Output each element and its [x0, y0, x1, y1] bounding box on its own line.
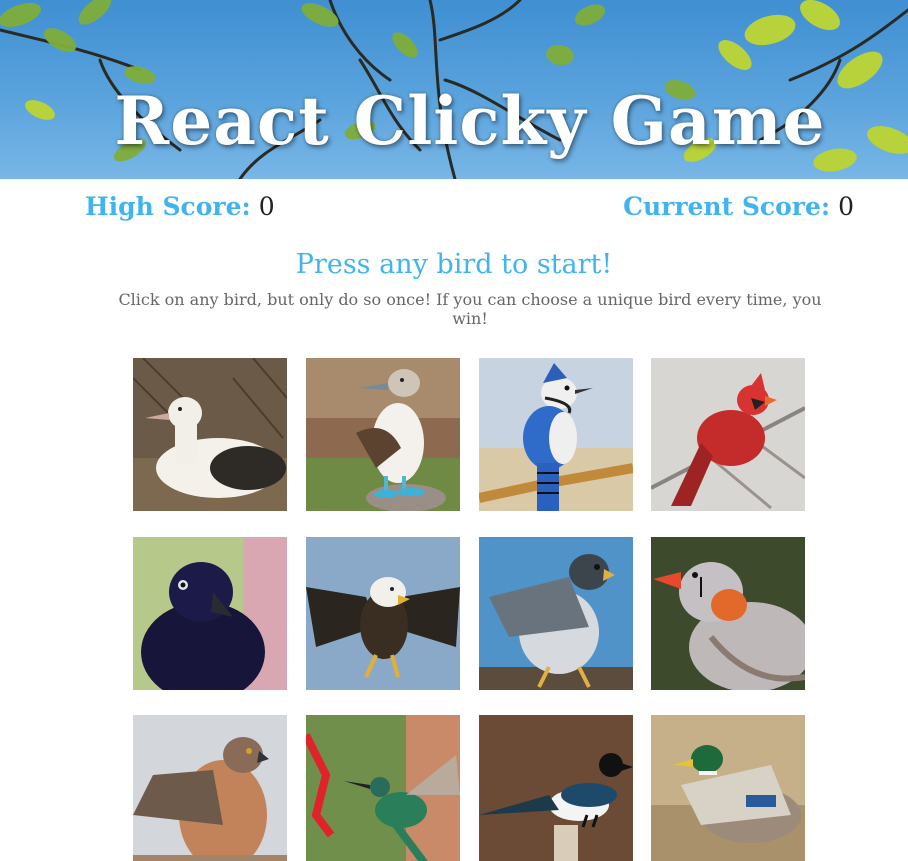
bird-card-hawk[interactable] [133, 715, 287, 861]
instructions-text: Click on any bird, but only do so once! … [118, 290, 822, 328]
bird-card-mallard[interactable] [651, 715, 805, 861]
current-score-value: 0 [838, 192, 854, 221]
high-score: High Score: 0 [85, 192, 275, 221]
current-score-label: Current Score: [623, 192, 831, 221]
current-score: Current Score: 0 [623, 192, 854, 221]
bird-card-blue-footed-booby[interactable] [306, 358, 460, 511]
hummingbird-image [306, 715, 460, 861]
bird-card-zebra-finch[interactable] [651, 537, 805, 690]
bird-card-crow[interactable] [133, 537, 287, 690]
bird-card-hummingbird[interactable] [306, 715, 460, 861]
finch-image [651, 537, 805, 690]
page-title: React Clicky Game [114, 82, 826, 160]
bird-card-blue-jay[interactable] [479, 358, 633, 511]
bird-card-bald-eagle[interactable] [306, 537, 460, 690]
mallard-image [651, 715, 805, 861]
header-banner: React Clicky Game [0, 0, 908, 179]
crow-image [133, 537, 287, 690]
hawk-image [133, 715, 287, 861]
bird-card-albatross[interactable] [133, 358, 287, 511]
bird-card-magpie[interactable] [479, 715, 633, 861]
bird-card-peregrine-falcon[interactable] [479, 537, 633, 690]
eagle-image [306, 537, 460, 690]
bird-card-northern-cardinal[interactable] [651, 358, 805, 511]
albatross-image [133, 358, 287, 511]
high-score-label: High Score: [85, 192, 251, 221]
instructions-headline: Press any bird to start! [295, 249, 613, 280]
falcon-image [479, 537, 633, 690]
blue-jay-image [479, 358, 633, 511]
booby-image [306, 358, 460, 511]
magpie-image [479, 715, 633, 861]
cardinal-image [651, 358, 805, 511]
high-score-value: 0 [258, 192, 275, 221]
